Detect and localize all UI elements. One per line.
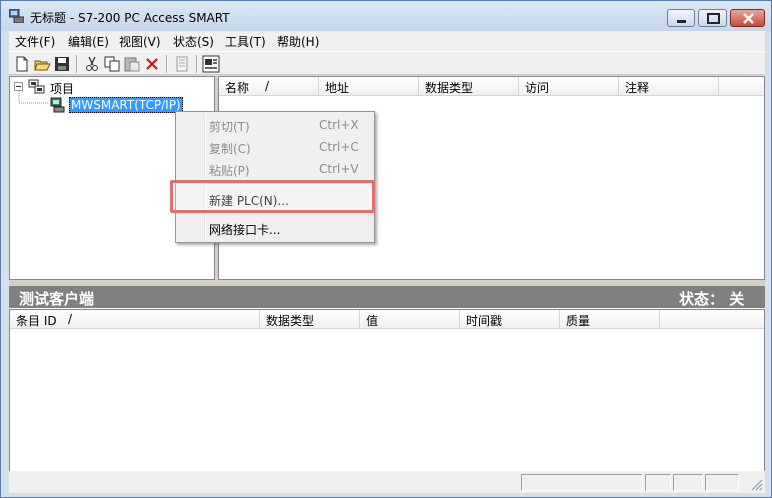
tree-connector xyxy=(18,91,48,104)
column-header-label: 数据类型 xyxy=(266,314,315,328)
menu-status[interactable]: 状态(S) xyxy=(173,33,214,50)
tree-root-label[interactable]: 项目 xyxy=(50,80,74,97)
test-client-list[interactable]: 条目 ID / 数据类型 值 时间戳 质量 xyxy=(9,309,765,490)
toolbar-separator xyxy=(166,55,168,73)
column-header-timestamp[interactable]: 时间戳 xyxy=(460,310,560,329)
paste-icon[interactable] xyxy=(123,55,141,73)
menu-item-cut[interactable]: 剪切(T) Ctrl+X xyxy=(178,115,372,135)
column-header-comment[interactable]: 注释 xyxy=(619,77,719,96)
status-pane xyxy=(705,474,739,491)
menu-edit[interactable]: 编辑(E) xyxy=(68,33,109,50)
maximize-button[interactable] xyxy=(698,9,727,27)
toolbar-separator xyxy=(196,55,198,73)
test-client-title: 测试客户端 xyxy=(19,290,95,308)
column-header-label: 值 xyxy=(366,314,379,328)
column-header-quality[interactable]: 质量 xyxy=(560,310,660,329)
sort-indicator: / xyxy=(265,79,270,93)
menu-item-paste[interactable]: 粘贴(P) Ctrl+V xyxy=(178,159,372,179)
minimize-button[interactable] xyxy=(667,9,695,27)
column-header-label: 时间戳 xyxy=(466,314,503,328)
menu-help[interactable]: 帮助(H) xyxy=(277,33,319,50)
column-header-filler xyxy=(660,310,764,329)
open-icon[interactable] xyxy=(33,55,51,73)
minimize-icon xyxy=(677,20,686,23)
menu-item-label: 粘贴(P) xyxy=(209,164,250,178)
menu-item-label: 复制(C) xyxy=(209,142,251,156)
save-icon[interactable] xyxy=(53,55,71,73)
test-client-icon[interactable] xyxy=(202,55,220,73)
sort-indicator: / xyxy=(68,312,73,326)
column-header-label: 数据类型 xyxy=(425,81,474,95)
maximize-icon xyxy=(707,13,720,24)
column-header-label: 地址 xyxy=(325,81,350,95)
context-menu: 剪切(T) Ctrl+X 复制(C) Ctrl+C 粘贴(P) Ctrl+V 新… xyxy=(175,111,375,243)
menu-item-copy[interactable]: 复制(C) Ctrl+C xyxy=(178,137,372,157)
column-header-label: 质量 xyxy=(566,314,591,328)
column-header-datatype[interactable]: 数据类型 xyxy=(260,310,360,329)
menu-item-network-card[interactable]: 网络接口卡... xyxy=(178,218,372,238)
column-header-datatype[interactable]: 数据类型 xyxy=(419,77,519,96)
menu-item-label: 网络接口卡... xyxy=(209,223,281,237)
column-header-label: 名称 xyxy=(225,81,250,95)
menu-tools[interactable]: 工具(T) xyxy=(225,33,266,50)
title-bar[interactable]: 无标题 - S7-200 PC Access SMART xyxy=(1,1,771,31)
close-button[interactable] xyxy=(730,9,765,27)
column-header-item-id[interactable]: 条目 ID / xyxy=(10,310,260,329)
status-pane xyxy=(673,474,703,491)
menu-view[interactable]: 视图(V) xyxy=(119,33,161,50)
menu-bar: 文件(F) 编辑(E) 视图(V) 状态(S) 工具(T) 帮助(H) xyxy=(9,31,765,51)
menu-file[interactable]: 文件(F) xyxy=(15,33,55,50)
test-client-bar: 测试客户端 状态： 关 xyxy=(9,286,765,308)
menu-item-label: 剪切(T) xyxy=(209,120,250,134)
cut-icon[interactable] xyxy=(83,55,101,73)
window-title: 无标题 - S7-200 PC Access SMART xyxy=(30,11,230,25)
new-icon[interactable] xyxy=(13,55,31,73)
resize-grip-icon[interactable] xyxy=(750,478,763,491)
status-pane xyxy=(645,474,671,491)
status-bar xyxy=(9,471,765,493)
toolbar-separator xyxy=(76,55,78,73)
delete-icon[interactable] xyxy=(143,55,161,73)
properties-icon[interactable] xyxy=(173,55,191,73)
column-header-name[interactable]: 名称 / xyxy=(219,77,319,96)
column-header-label: 注释 xyxy=(625,81,650,95)
column-header-label: 条目 ID xyxy=(16,314,57,328)
column-header-filler xyxy=(719,77,764,96)
column-header-access[interactable]: 访问 xyxy=(519,77,619,96)
copy-icon[interactable] xyxy=(103,55,121,73)
client-area: 项目 MWSMART(TCP/IP) 名称 / 地址 数据类型 访问 注释 测试… xyxy=(9,76,765,490)
highlight-annotation xyxy=(170,180,375,213)
menu-item-shortcut: Ctrl+X xyxy=(319,118,359,132)
plc-icon xyxy=(50,97,65,113)
app-window: 无标题 - S7-200 PC Access SMART 文件(F) 编辑(E)… xyxy=(0,0,772,498)
column-header-value[interactable]: 值 xyxy=(360,310,460,329)
menu-item-shortcut: Ctrl+C xyxy=(319,140,359,154)
test-client-status: 状态： 关 xyxy=(679,290,745,308)
toolbar xyxy=(9,51,765,75)
column-header-label: 访问 xyxy=(525,81,550,95)
menu-item-shortcut: Ctrl+V xyxy=(319,162,359,176)
close-icon xyxy=(743,13,754,24)
app-icon xyxy=(9,9,24,23)
tree-node-mwsmart[interactable]: MWSMART(TCP/IP) xyxy=(69,97,183,113)
status-pane xyxy=(521,474,643,491)
column-header-address[interactable]: 地址 xyxy=(319,77,419,96)
